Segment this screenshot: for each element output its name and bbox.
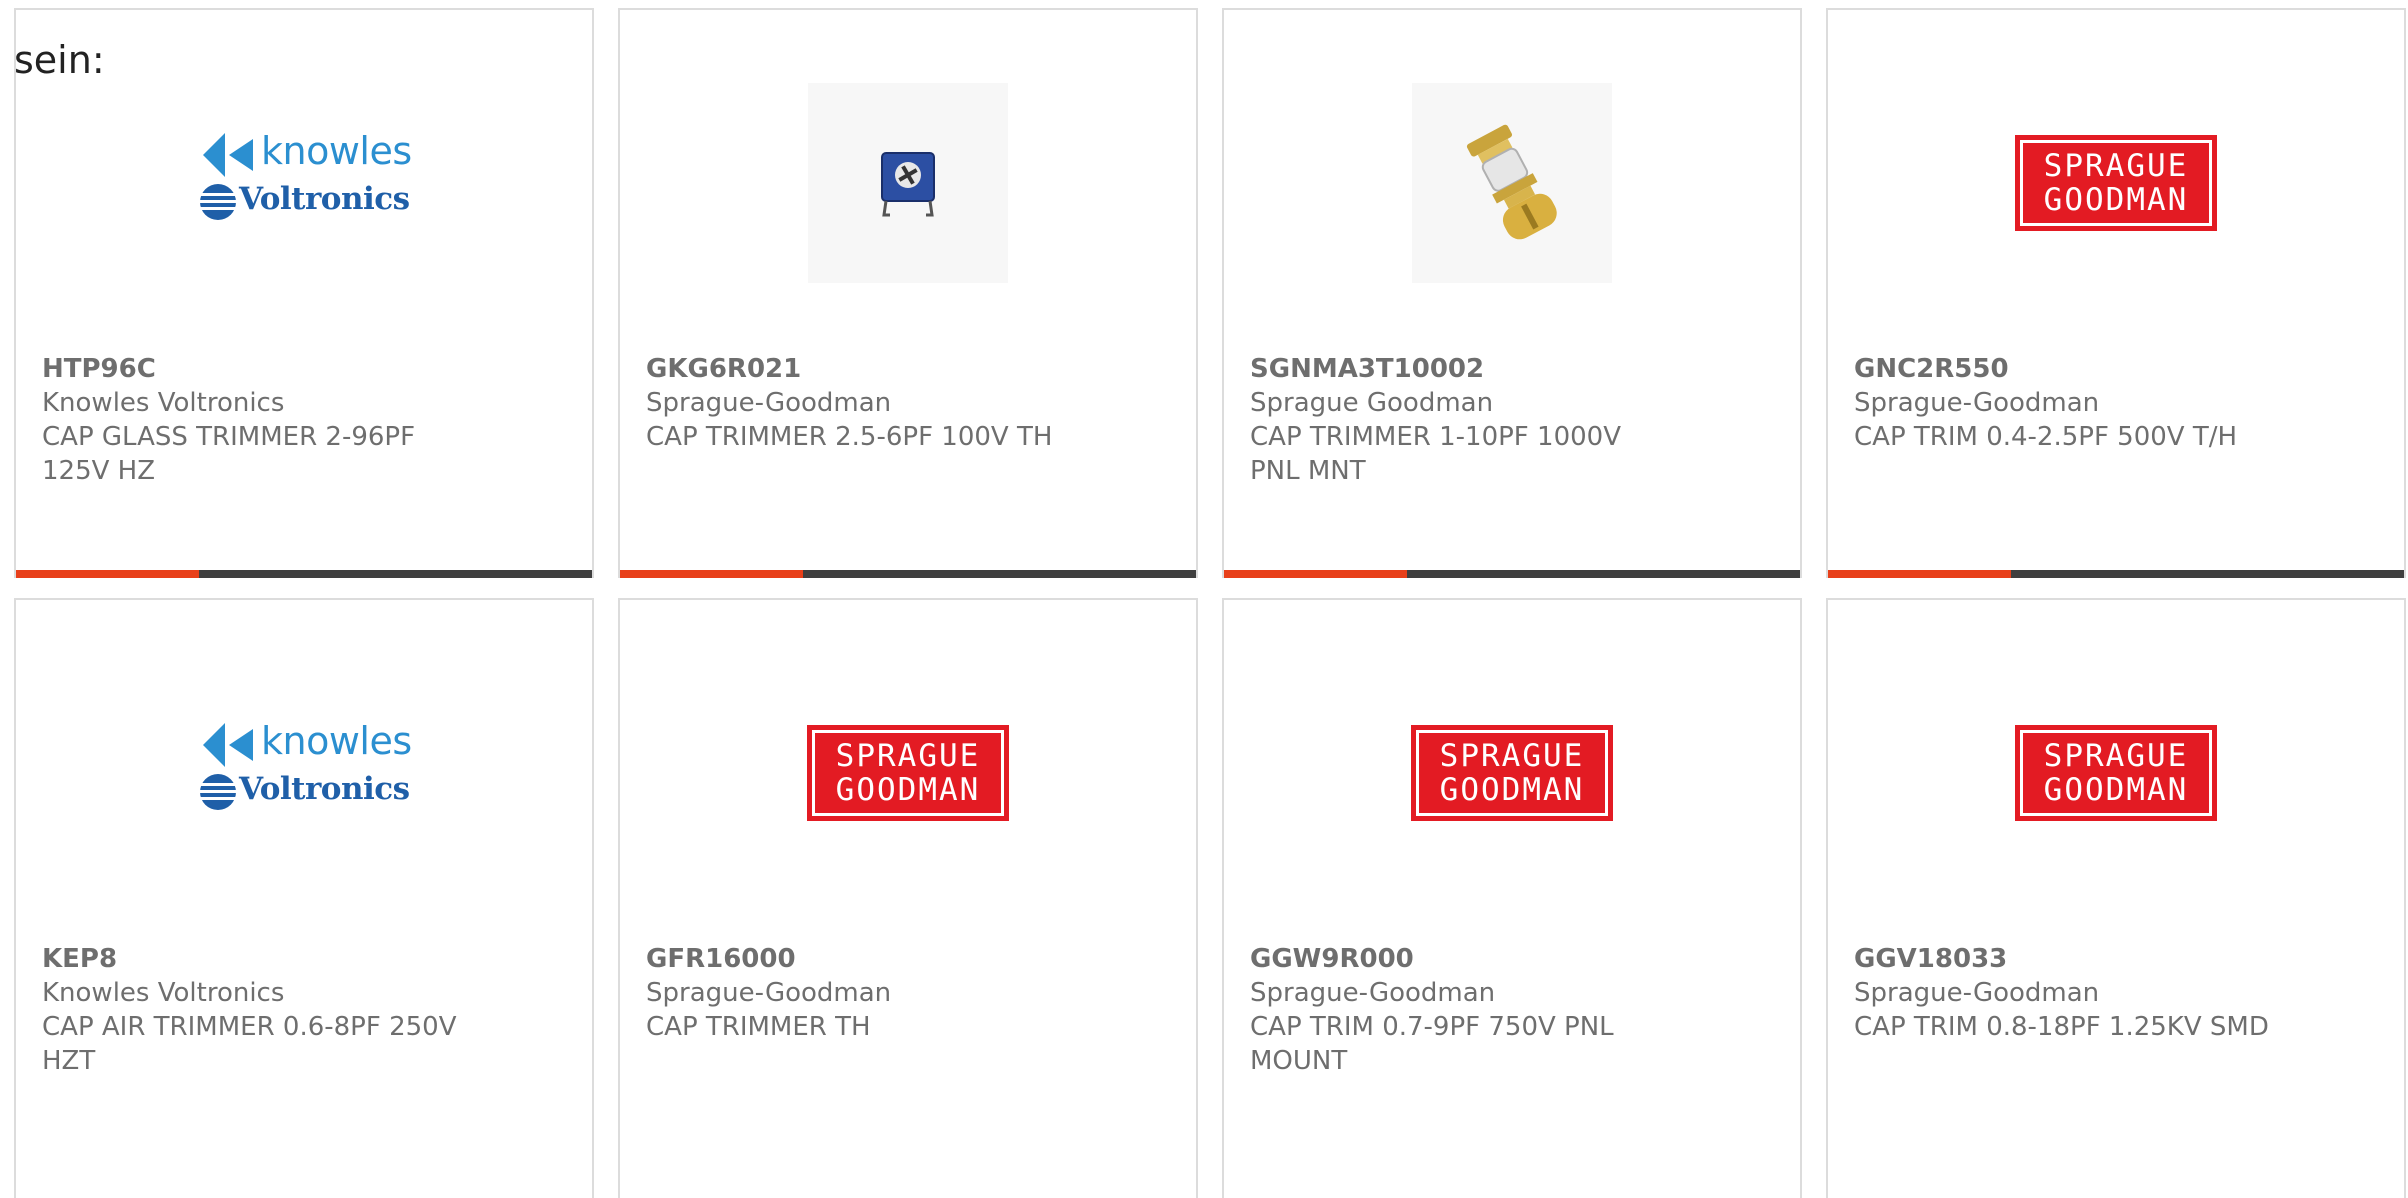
product-image[interactable]: knowles Voltronics: [16, 668, 592, 878]
product-info: HTP96C Knowles Voltronics CAP GLASS TRIM…: [42, 352, 462, 488]
part-number[interactable]: GGV18033: [1854, 942, 2274, 976]
description: CAP AIR TRIMMER 0.6-8PF 250V HZT: [42, 1012, 457, 1076]
product-card[interactable]: GKG6R021 Sprague-Goodman CAP TRIMMER 2.5…: [618, 8, 1198, 578]
card-bottom-bar: [16, 570, 592, 578]
description: CAP TRIMMER TH: [646, 1012, 871, 1042]
product-info: GNC2R550 Sprague-Goodman CAP TRIM 0.4-2.…: [1854, 352, 2274, 454]
product-image[interactable]: SPRAGUE GOODMAN: [1828, 668, 2404, 878]
knowles-k-mark-icon: [203, 723, 253, 767]
product-card[interactable]: SGNMA3T10002 Sprague Goodman CAP TRIMMER…: [1222, 8, 1802, 578]
brass-trimmer-capacitor-icon: [1466, 124, 1557, 240]
brass-trimmer-photo: [1412, 83, 1612, 283]
part-number[interactable]: GNC2R550: [1854, 352, 2274, 386]
product-image[interactable]: SPRAGUE GOODMAN: [1828, 78, 2404, 288]
manufacturer: Sprague-Goodman: [1854, 978, 2100, 1008]
part-number[interactable]: HTP96C: [42, 352, 462, 386]
knowles-voltronics-logo: knowles Voltronics: [199, 129, 412, 233]
card-accent-bar: [1828, 570, 2011, 578]
manufacturer: Sprague-Goodman: [1854, 388, 2100, 418]
knowles-voltronics-logo: knowles Voltronics: [199, 719, 412, 823]
card-accent-bar: [1224, 570, 1407, 578]
product-info: GGV18033 Sprague-Goodman CAP TRIM 0.8-18…: [1854, 942, 2274, 1044]
product-info: GKG6R021 Sprague-Goodman CAP TRIMMER 2.5…: [646, 352, 1066, 454]
description: CAP TRIMMER 2.5-6PF 100V TH: [646, 422, 1053, 452]
card-accent-bar: [620, 570, 803, 578]
blue-trimmer-capacitor-icon: [881, 152, 935, 217]
globe-icon: [200, 184, 236, 220]
product-card[interactable]: SPRAGUE GOODMAN GNC2R550 Sprague-Goodman…: [1826, 8, 2406, 578]
globe-icon: [200, 774, 236, 810]
description: CAP TRIMMER 1-10PF 1000V PNL MNT: [1250, 422, 1621, 486]
product-image[interactable]: knowles Voltronics: [16, 78, 592, 288]
product-card[interactable]: knowles Voltronics HTP96C Knowles Voltro…: [14, 8, 594, 578]
card-bottom-bar: [1224, 570, 1800, 578]
manufacturer: Knowles Voltronics: [42, 388, 285, 418]
part-number[interactable]: GKG6R021: [646, 352, 1066, 386]
sprague-goodman-logo: SPRAGUE GOODMAN: [807, 725, 1009, 821]
part-number[interactable]: GFR16000: [646, 942, 1066, 976]
part-number[interactable]: GGW9R000: [1250, 942, 1670, 976]
product-card[interactable]: SPRAGUE GOODMAN GGW9R000 Sprague-Goodman…: [1222, 598, 1802, 1198]
part-number[interactable]: SGNMA3T10002: [1250, 352, 1670, 386]
product-image[interactable]: [1224, 78, 1800, 288]
product-image[interactable]: SPRAGUE GOODMAN: [620, 668, 1196, 878]
description: CAP TRIM 0.4-2.5PF 500V T/H: [1854, 422, 2238, 452]
sprague-goodman-logo: SPRAGUE GOODMAN: [1411, 725, 1613, 821]
card-bottom-bar: [1828, 570, 2404, 578]
card-accent-bar: [16, 570, 199, 578]
product-info: SGNMA3T10002 Sprague Goodman CAP TRIMMER…: [1250, 352, 1670, 488]
manufacturer: Sprague Goodman: [1250, 388, 1494, 418]
product-info: GGW9R000 Sprague-Goodman CAP TRIM 0.7-9P…: [1250, 942, 1670, 1078]
knowles-k-mark-icon: [203, 133, 253, 177]
card-bottom-bar: [620, 570, 1196, 578]
product-card[interactable]: SPRAGUE GOODMAN GGV18033 Sprague-Goodman…: [1826, 598, 2406, 1198]
description: CAP GLASS TRIMMER 2-96PF 125V HZ: [42, 422, 416, 486]
manufacturer: Knowles Voltronics: [42, 978, 285, 1008]
description: CAP TRIM 0.7-9PF 750V PNL MOUNT: [1250, 1012, 1614, 1076]
intro-text: sein:: [14, 38, 105, 82]
product-image[interactable]: SPRAGUE GOODMAN: [1224, 668, 1800, 878]
sprague-goodman-logo: SPRAGUE GOODMAN: [2015, 725, 2217, 821]
manufacturer: Sprague-Goodman: [646, 978, 892, 1008]
manufacturer: Sprague-Goodman: [646, 388, 892, 418]
manufacturer: Sprague-Goodman: [1250, 978, 1496, 1008]
product-info: GFR16000 Sprague-Goodman CAP TRIMMER TH: [646, 942, 1066, 1044]
product-card[interactable]: knowles Voltronics KEP8 Knowles Voltroni…: [14, 598, 594, 1198]
product-image[interactable]: [620, 78, 1196, 288]
product-info: KEP8 Knowles Voltronics CAP AIR TRIMMER …: [42, 942, 462, 1078]
sprague-goodman-logo: SPRAGUE GOODMAN: [2015, 135, 2217, 231]
part-number[interactable]: KEP8: [42, 942, 462, 976]
blue-trimmer-photo: [808, 83, 1008, 283]
description: CAP TRIM 0.8-18PF 1.25KV SMD: [1854, 1012, 2269, 1042]
product-card[interactable]: SPRAGUE GOODMAN GFR16000 Sprague-Goodman…: [618, 598, 1198, 1198]
